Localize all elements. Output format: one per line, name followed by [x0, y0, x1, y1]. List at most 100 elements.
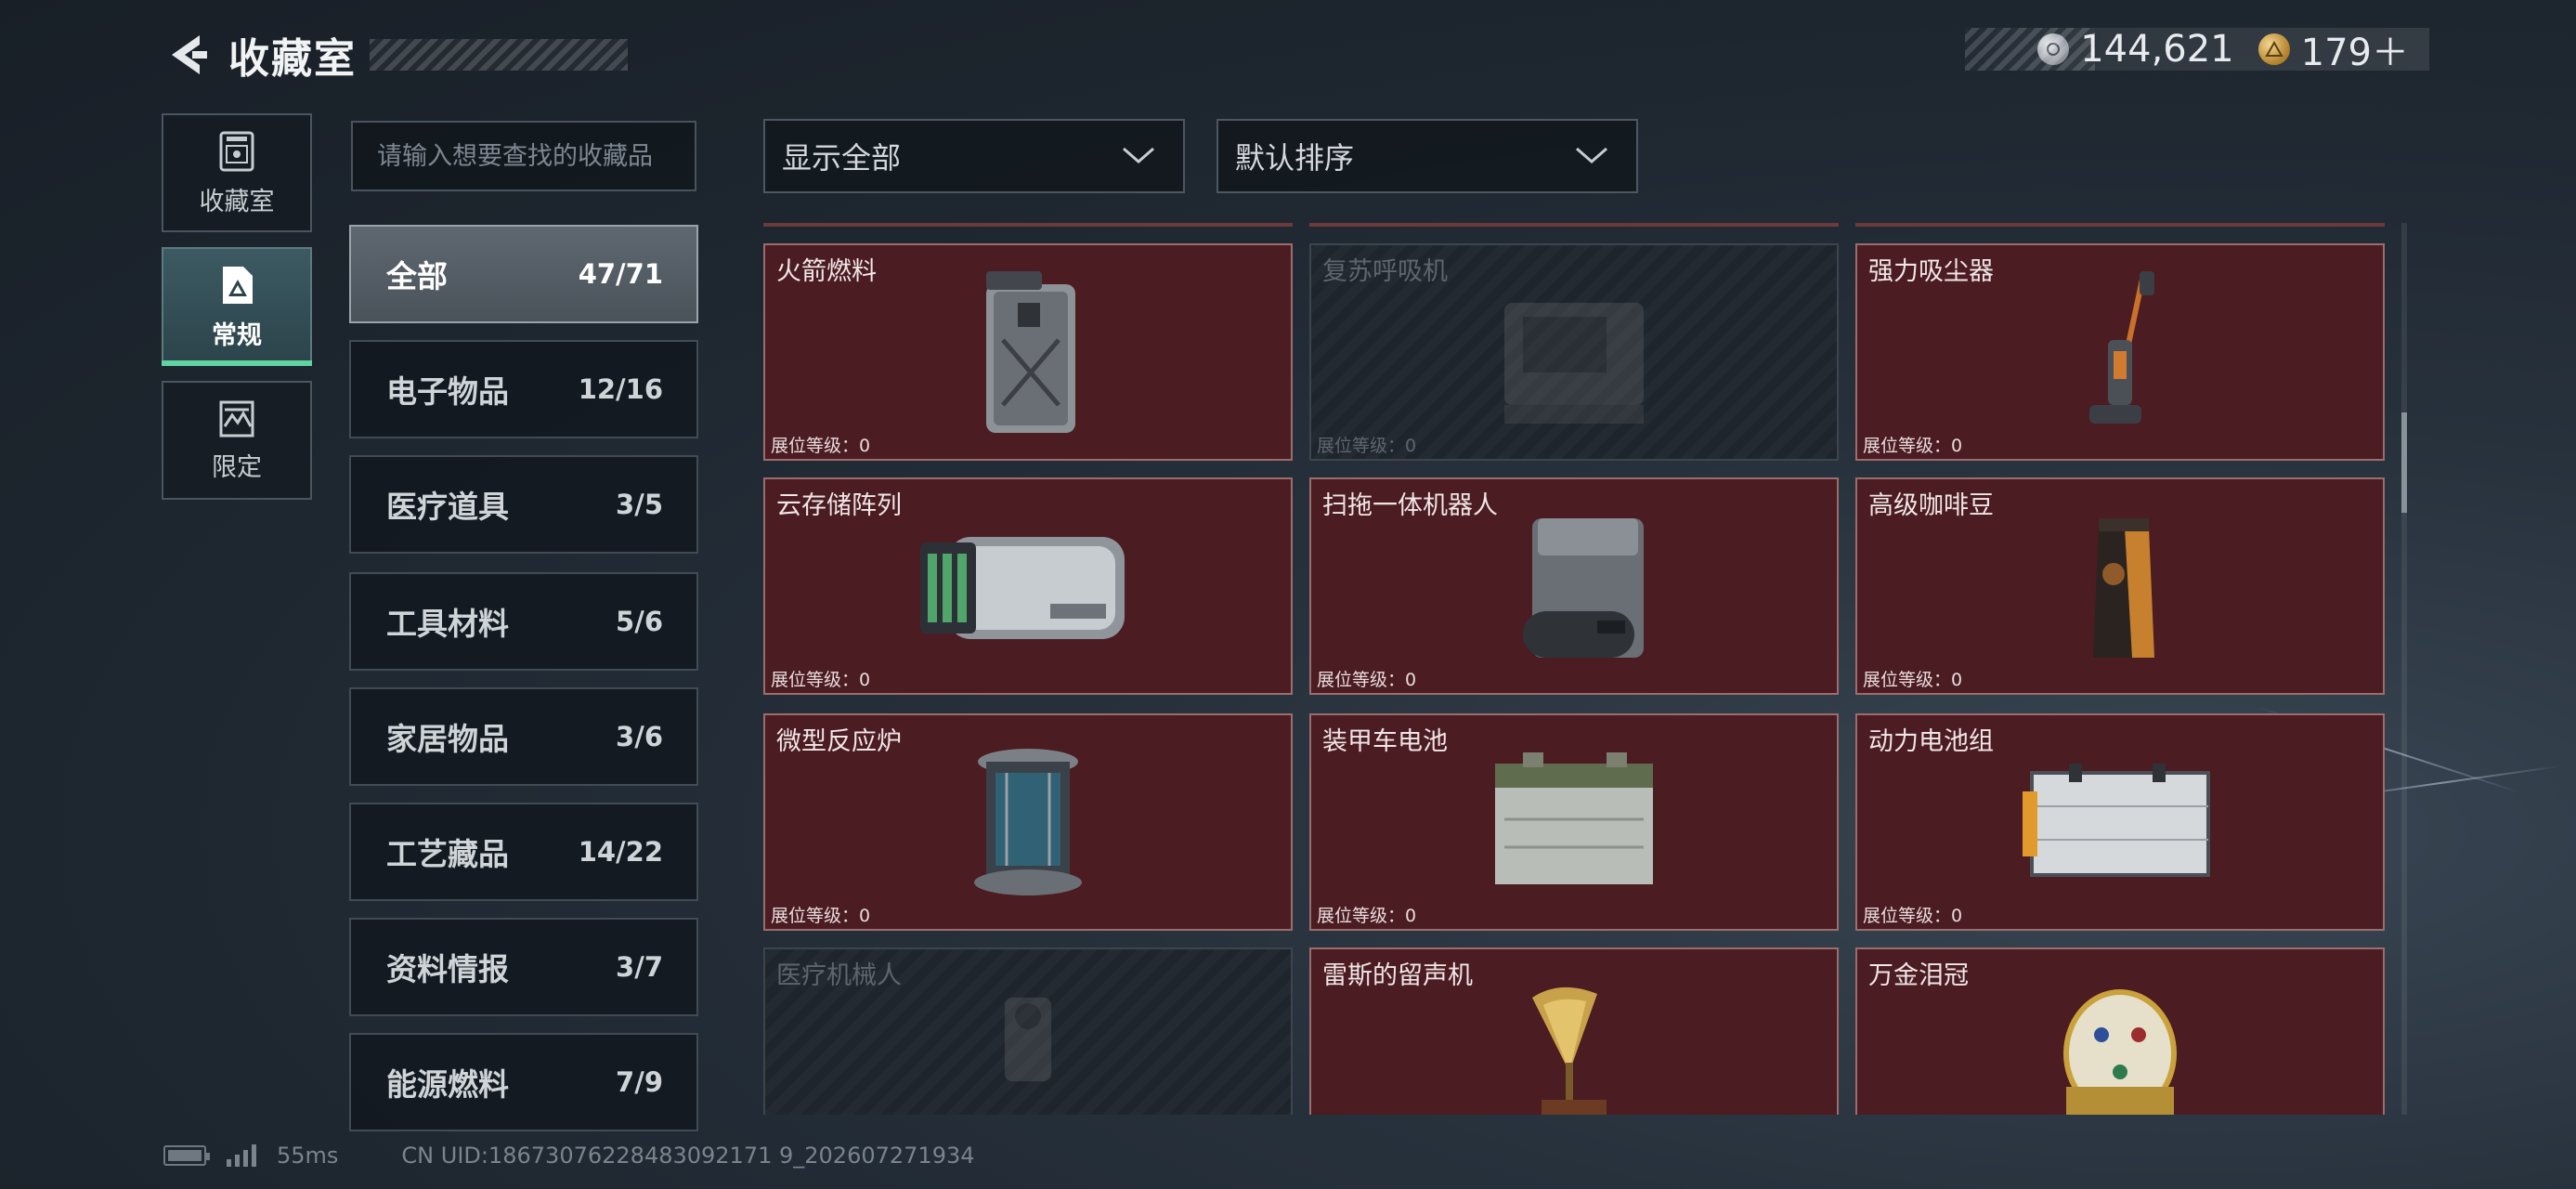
- collection-card[interactable]: 微型反应炉 展位等级：0: [763, 713, 1293, 931]
- gramophone-icon: [1532, 986, 1607, 1115]
- category-count: 3/5: [616, 489, 663, 520]
- mini-reactor-icon: [974, 749, 1082, 895]
- back-arrow-icon: [172, 35, 207, 74]
- collection-card[interactable]: 动力电池组 展位等级：0: [1855, 713, 2385, 931]
- chevron-down-icon: [1576, 147, 1607, 163]
- category-name: 家居物品: [386, 721, 509, 757]
- collection-card-locked[interactable]: 医疗机械人: [763, 947, 1293, 1115]
- rail-limited-label: 限定: [212, 452, 262, 482]
- card-level: 展位等级：0: [1317, 906, 1417, 926]
- scrollbar-thumb[interactable]: [2401, 412, 2407, 513]
- card-name: 强力吸尘器: [1868, 257, 1994, 286]
- category-count: 47/71: [578, 258, 663, 290]
- category-name: 能源燃料: [386, 1066, 509, 1103]
- category-name: 医疗道具: [386, 489, 509, 525]
- category-count: 14/22: [578, 836, 663, 868]
- medical-robot-icon: [1005, 998, 1051, 1081]
- category-crafts[interactable]: 工艺藏品 14/22: [349, 803, 698, 901]
- category-count: 7/9: [616, 1066, 663, 1098]
- display-filter-value: 显示全部: [782, 140, 902, 176]
- currency-bar: 144,621 179＋: [1965, 28, 2429, 74]
- card-level: 展位等级：0: [1317, 436, 1417, 456]
- search-input[interactable]: [351, 121, 696, 191]
- signal-icon: [227, 1144, 260, 1167]
- vehicle-battery-icon: [1495, 752, 1653, 884]
- collection-card[interactable]: 高级咖啡豆 展位等级：0: [1855, 477, 2385, 695]
- collection-card[interactable]: 扫拖一体机器人 展位等级：0: [1309, 477, 1839, 695]
- category-electronics[interactable]: 电子物品 12/16: [349, 340, 698, 438]
- currency-decoration: [1965, 28, 2095, 71]
- collection-card[interactable]: 万金泪冠: [1855, 947, 2385, 1115]
- display-filter-dropdown[interactable]: 显示全部: [763, 119, 1185, 193]
- card-level: 展位等级：0: [1863, 436, 1963, 456]
- status-footer: 55ms CN UID:18673076228483092171 9_20260…: [163, 1137, 975, 1174]
- card-name: 云存储阵列: [776, 491, 902, 520]
- card-level: 展位等级：0: [771, 670, 871, 690]
- category-count: 3/6: [616, 721, 663, 752]
- gold-coin-value: 179＋: [2300, 32, 2409, 74]
- ventilator-icon: [1504, 303, 1644, 424]
- gold-triangle-coin-icon: [2257, 33, 2290, 65]
- category-energy[interactable]: 能源燃料 7/9: [349, 1033, 698, 1131]
- silver-coin-value: 144,621: [2080, 28, 2234, 71]
- card-level: 展位等级：0: [771, 436, 871, 456]
- page-title: 收藏室: [228, 35, 357, 83]
- card-name: 装甲车电池: [1322, 727, 1448, 756]
- card-level: 展位等级：0: [771, 906, 871, 926]
- rail-regular-button[interactable]: 常规: [162, 247, 312, 366]
- document-icon: [223, 266, 253, 304]
- category-count: 5/6: [616, 606, 663, 637]
- category-household[interactable]: 家居物品 3/6: [349, 687, 698, 786]
- category-all[interactable]: 全部 47/71: [349, 225, 698, 323]
- card-name: 雷斯的留声机: [1322, 961, 1473, 990]
- robot-vacuum-station-icon: [1523, 518, 1644, 658]
- collection-card[interactable]: 装甲车电池 展位等级：0: [1309, 713, 1839, 931]
- category-intel[interactable]: 资料情报 3/7: [349, 918, 698, 1016]
- chevron-down-icon: [1123, 147, 1154, 163]
- category-medical[interactable]: 医疗道具 3/5: [349, 455, 698, 554]
- card-level: 展位等级：0: [1863, 906, 1963, 926]
- ping-value: 55ms: [277, 1143, 339, 1169]
- collection-card[interactable]: 雷斯的留声机: [1309, 947, 1839, 1115]
- card-name: 微型反应炉: [776, 727, 902, 756]
- category-name: 工具材料: [386, 606, 509, 642]
- fuel-jerrycan-icon: [986, 271, 1075, 433]
- card-name: 医疗机械人: [776, 961, 902, 990]
- collection-card[interactable]: 强力吸尘器 展位等级：0: [1855, 243, 2385, 461]
- title-decoration: [370, 39, 628, 71]
- battery-pack-icon: [2023, 764, 2210, 877]
- jeweled-egg-icon: [2063, 989, 2177, 1115]
- uid-text: CN UID:18673076228483092171 9_2026072719…: [401, 1143, 975, 1169]
- category-name: 全部: [386, 258, 448, 294]
- card-name: 火箭燃料: [776, 257, 877, 286]
- back-button[interactable]: [163, 31, 212, 79]
- collection-card-locked[interactable]: 复苏呼吸机 展位等级：0: [1309, 243, 1839, 461]
- category-tools[interactable]: 工具材料 5/6: [349, 572, 698, 671]
- collection-card[interactable]: 云存储阵列 展位等级：0: [763, 477, 1293, 695]
- vacuum-cleaner-icon: [2089, 271, 2154, 424]
- card-name: 复苏呼吸机: [1322, 257, 1448, 286]
- sort-dropdown[interactable]: 默认排序: [1216, 119, 1638, 193]
- card-level: 展位等级：0: [1317, 670, 1417, 690]
- collection-card[interactable]: 火箭燃料 展位等级：0: [763, 243, 1293, 461]
- collection-grid: 火箭燃料 展位等级：0 复苏呼吸机 展位等级：0 强力吸尘器 展位等级：0 云存…: [763, 223, 2388, 1115]
- card-name: 高级咖啡豆: [1868, 491, 1994, 520]
- category-count: 12/16: [578, 373, 663, 405]
- card-level: 展位等级：0: [1863, 670, 1963, 690]
- storage-array-icon: [919, 537, 1125, 639]
- battery-icon: [163, 1145, 210, 1166]
- vault-icon: [219, 131, 254, 171]
- limited-icon: [219, 400, 254, 437]
- category-name: 电子物品: [386, 373, 509, 410]
- row-edge: [763, 223, 1293, 227]
- card-name: 万金泪冠: [1868, 961, 1969, 990]
- grid-scrollbar[interactable]: [2401, 223, 2407, 1115]
- rail-limited-button[interactable]: 限定: [162, 381, 312, 500]
- category-name: 资料情报: [386, 951, 509, 987]
- rail-vault-button[interactable]: 收藏室: [162, 113, 312, 232]
- header: 收藏室: [163, 26, 628, 84]
- card-name: 动力电池组: [1868, 727, 1994, 756]
- row-edge: [1309, 223, 1839, 227]
- coffee-bag-icon: [2093, 518, 2154, 658]
- rail-vault-label: 收藏室: [199, 187, 275, 216]
